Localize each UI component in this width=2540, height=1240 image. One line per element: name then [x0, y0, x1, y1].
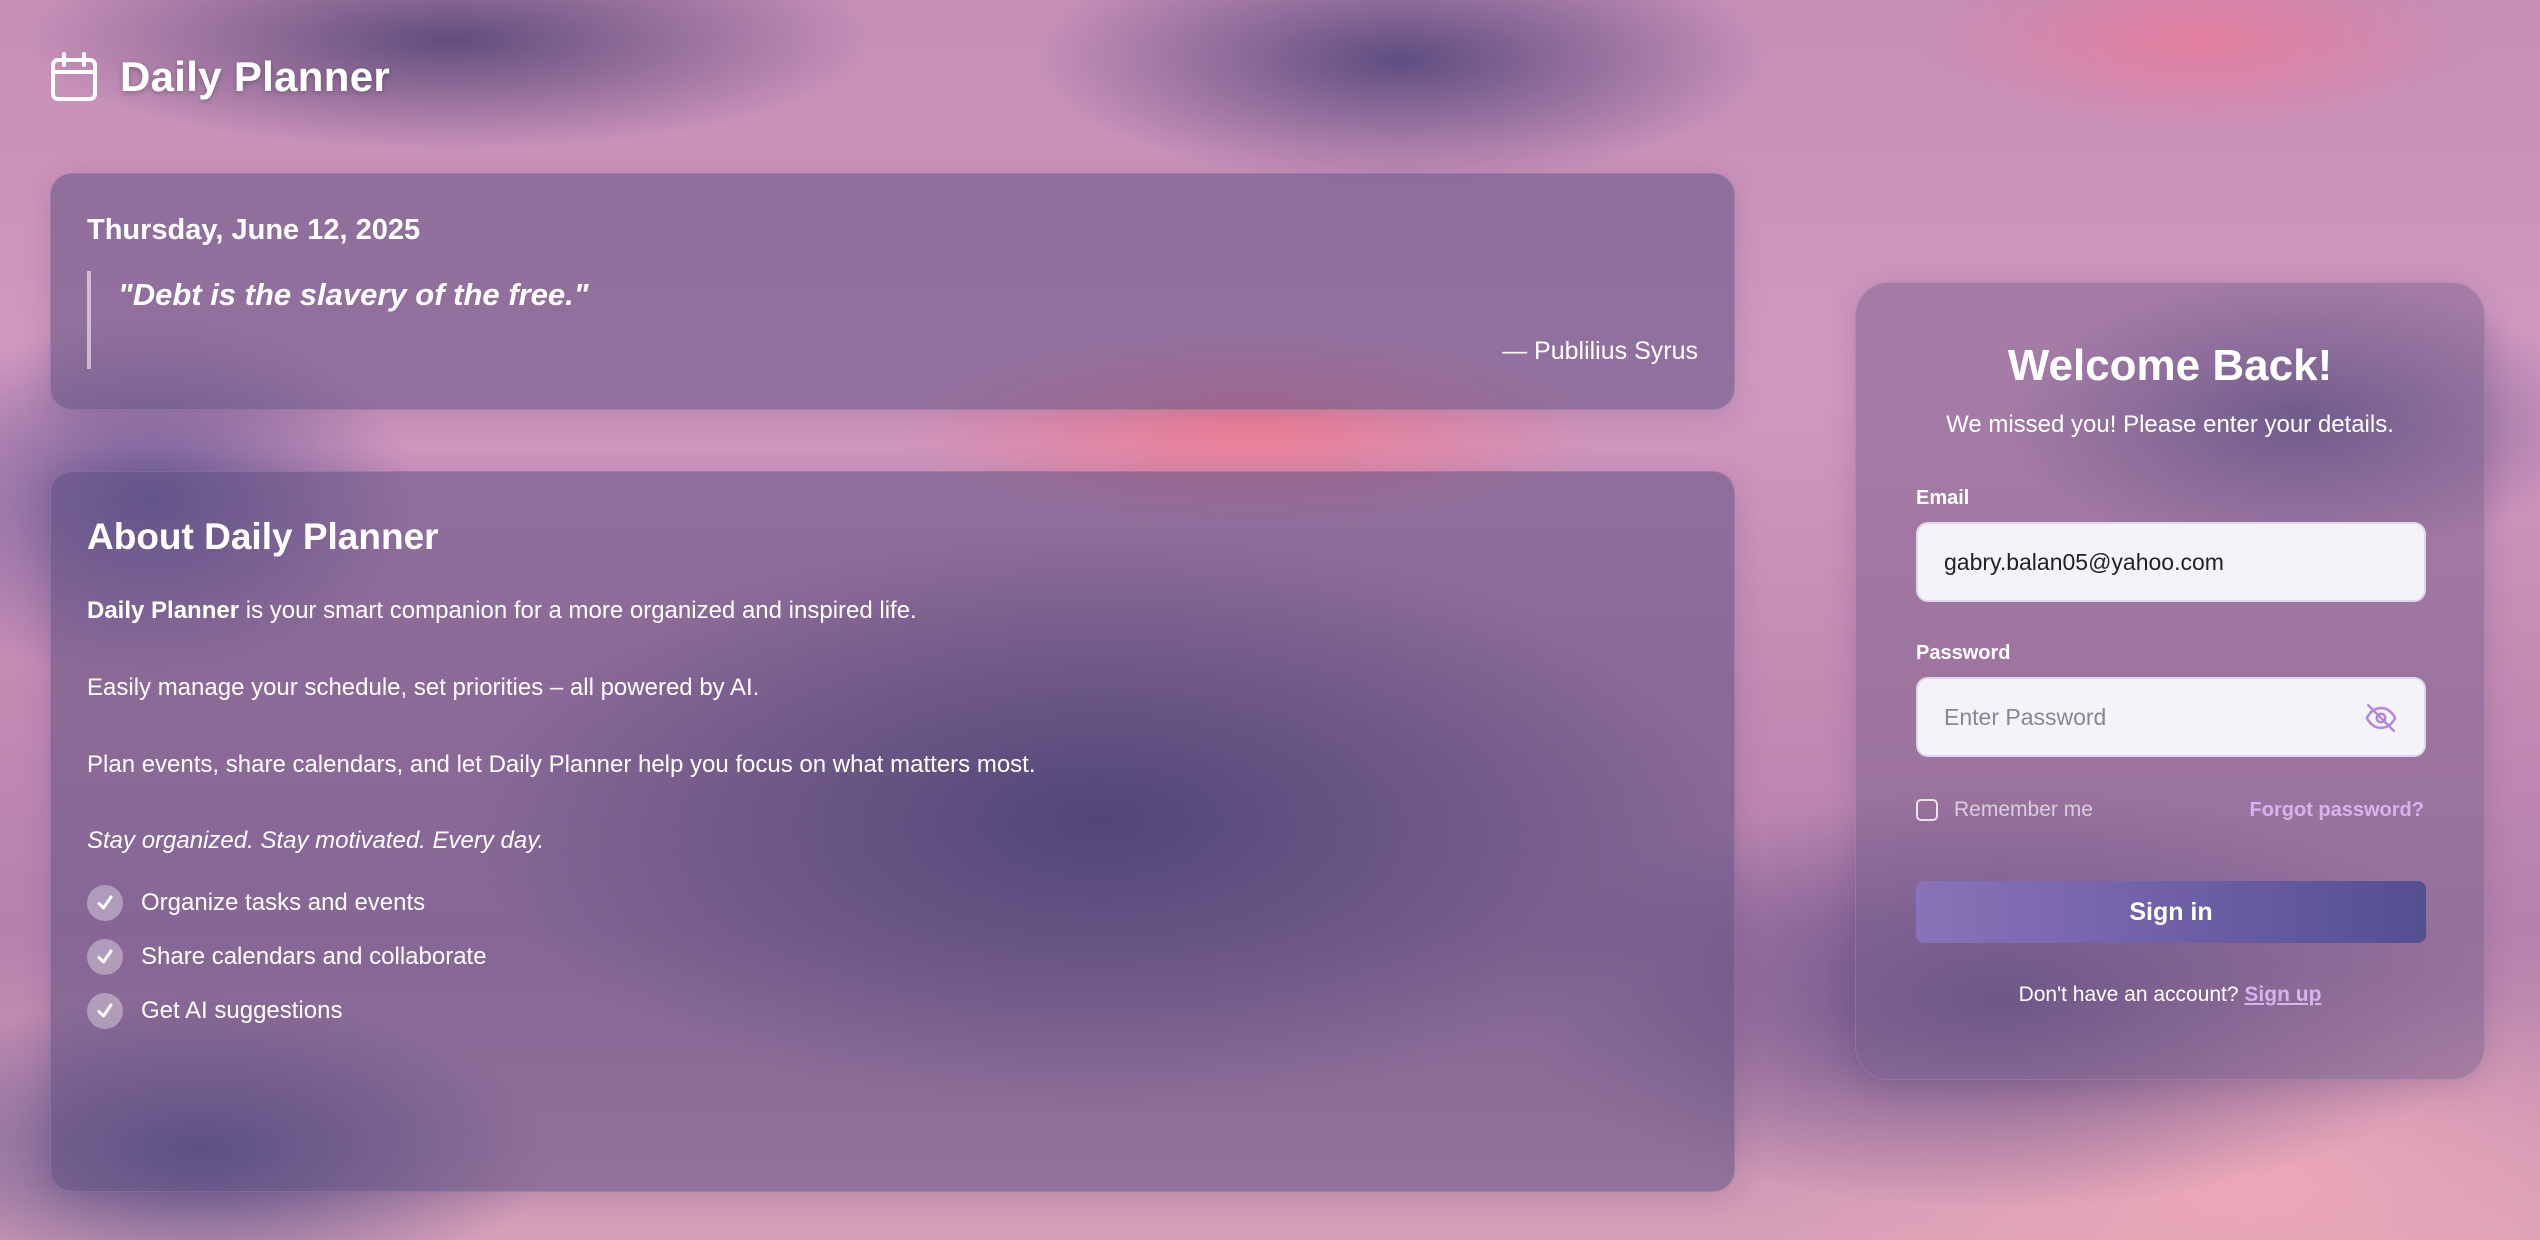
- eye-off-icon[interactable]: [2364, 701, 2398, 740]
- quote-block: "Debt is the slavery of the free." — Pub…: [87, 271, 1698, 369]
- feature-label: Share calendars and collaborate: [141, 943, 487, 970]
- feature-item: Get AI suggestions: [87, 993, 1698, 1029]
- sign-in-button[interactable]: Sign in: [1916, 881, 2426, 943]
- login-options-row: Remember me Forgot password?: [1916, 795, 2424, 825]
- email-field-box: [1916, 522, 2426, 602]
- check-icon: [87, 885, 123, 921]
- password-label: Password: [1916, 642, 2011, 664]
- forgot-password-link[interactable]: Forgot password?: [2250, 799, 2424, 822]
- remember-me-label: Remember me: [1954, 798, 2093, 821]
- check-icon: [87, 993, 123, 1029]
- about-title: About Daily Planner: [87, 516, 439, 557]
- app-title: Daily Planner: [120, 53, 391, 100]
- calendar-icon: [50, 52, 98, 102]
- current-date: Thursday, June 12, 2025: [87, 214, 421, 246]
- remember-me[interactable]: Remember me: [1916, 798, 2093, 822]
- about-intro-brand: Daily Planner: [87, 597, 240, 624]
- page-background: { "brand": { "icon": "calendar-icon", "t…: [0, 0, 2540, 1240]
- about-paragraph-plan: Plan events, share calendars, and let Da…: [87, 751, 1036, 778]
- feature-item: Share calendars and collaborate: [87, 939, 1698, 975]
- feature-label: Organize tasks and events: [141, 889, 426, 916]
- quote-card: Thursday, June 12, 2025 "Debt is the sla…: [50, 173, 1735, 410]
- feature-item: Organize tasks and events: [87, 885, 1698, 921]
- about-intro: Daily Planner is your smart companion fo…: [87, 596, 1698, 626]
- login-title: Welcome Back!: [2007, 341, 2333, 390]
- password-field-box: [1916, 677, 2426, 757]
- app-brand: Daily Planner: [50, 52, 390, 102]
- quote-text: "Debt is the slavery of the free.": [118, 277, 589, 312]
- about-card: About Daily Planner Daily Planner is you…: [50, 471, 1735, 1192]
- sign-up-link[interactable]: Sign up: [2244, 983, 2321, 1006]
- password-field[interactable]: [1942, 702, 2400, 732]
- about-tagline: Stay organized. Stay motivated. Every da…: [87, 827, 545, 854]
- email-label: Email: [1916, 487, 1970, 509]
- signup-row: Don't have an account? Sign up: [1916, 983, 2424, 1007]
- feature-label: Get AI suggestions: [141, 997, 343, 1024]
- about-paragraph-ai: Easily manage your schedule, set priorit…: [87, 674, 760, 701]
- quote-author: — Publilius Syrus: [1502, 337, 1698, 365]
- about-intro-text: is your smart companion for a more organ…: [239, 597, 917, 624]
- remember-me-checkbox[interactable]: [1916, 799, 1938, 821]
- check-icon: [87, 939, 123, 975]
- signup-prompt: Don't have an account?: [2018, 983, 2245, 1006]
- feature-list: Organize tasks and events Share calendar…: [87, 885, 1698, 1029]
- login-card: Welcome Back! We missed you! Please ente…: [1855, 282, 2485, 1080]
- login-subtitle: We missed you! Please enter your details…: [1946, 411, 2394, 438]
- email-field[interactable]: [1942, 547, 2400, 577]
